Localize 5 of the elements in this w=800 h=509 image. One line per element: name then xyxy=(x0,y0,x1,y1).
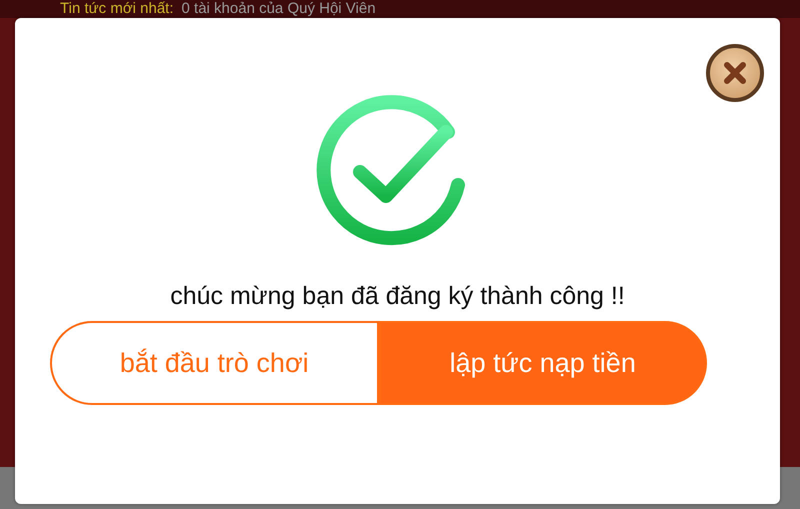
news-label: Tin tức mới nhất: xyxy=(60,0,174,18)
news-text: 0 tài khoản của Quý Hội Viên xyxy=(182,0,376,18)
deposit-button[interactable]: lập tức nạp tiền xyxy=(378,321,707,405)
success-message: chúc mừng bạn đã đăng ký thành công !! xyxy=(170,282,625,311)
start-game-button[interactable]: bắt đầu trò chơi xyxy=(50,321,378,405)
